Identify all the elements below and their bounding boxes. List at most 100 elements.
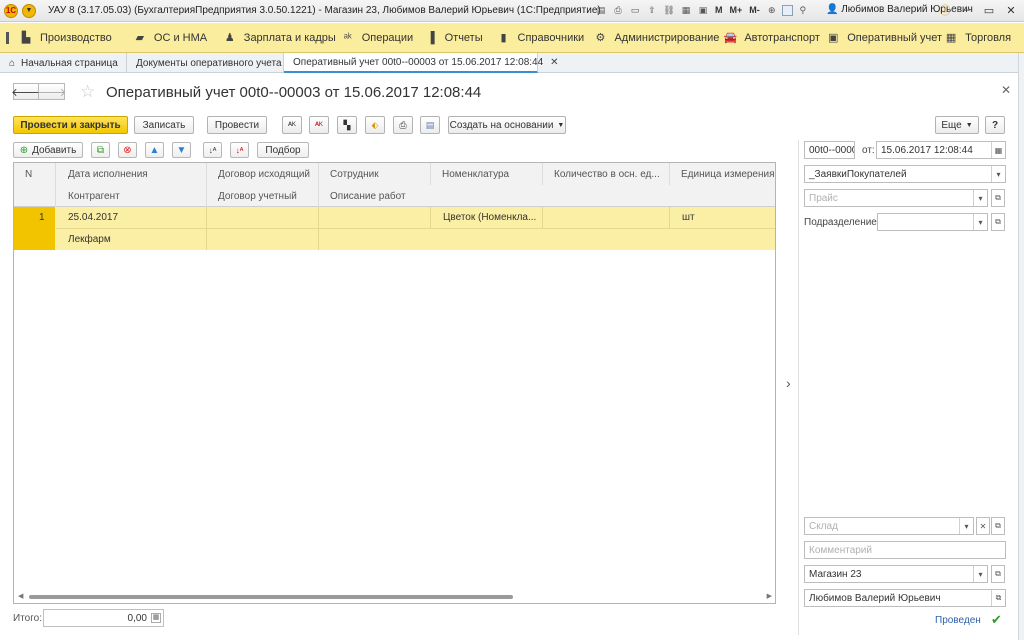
- main-menu-icon[interactable]: ▼: [22, 3, 36, 18]
- tab-home[interactable]: ⌂ Начальная страница: [0, 53, 127, 73]
- cell-unit[interactable]: шт: [669, 207, 775, 228]
- section-fixed-assets[interactable]: ▰ ОС и НМА: [133, 23, 223, 53]
- copy-row-icon[interactable]: ⧉: [91, 142, 110, 158]
- memory-subtract-button[interactable]: M-: [747, 3, 762, 17]
- chevron-down-icon[interactable]: ▾: [973, 190, 987, 206]
- cell-quantity[interactable]: [542, 207, 669, 228]
- warehouse-field[interactable]: Склад ▾: [804, 517, 974, 535]
- cell-contract-out[interactable]: [206, 207, 318, 228]
- forward-button[interactable]: 🡒: [37, 83, 66, 100]
- move-down-icon[interactable]: ▼: [172, 142, 191, 158]
- header-employee[interactable]: Сотрудник: [318, 163, 430, 185]
- responsible-field[interactable]: Любимов Валерий Юрьевич ⧉: [804, 589, 1006, 607]
- chevron-down-icon[interactable]: ▾: [991, 166, 1005, 182]
- section-reports[interactable]: ▐ Отчеты: [424, 23, 497, 53]
- header-contract-out[interactable]: Договор исходящий: [206, 163, 318, 185]
- more-button[interactable]: Еще ▼: [935, 116, 979, 134]
- link-icon[interactable]: ⛓: [662, 3, 676, 17]
- search-icon[interactable]: ⚲: [796, 3, 810, 17]
- header-counterparty[interactable]: Контрагент: [56, 185, 206, 207]
- print-icon[interactable]: ⎙: [611, 3, 625, 17]
- header-unit[interactable]: Единица измерения: [669, 163, 775, 185]
- app-logo-icon[interactable]: 1С: [4, 3, 18, 18]
- section-vehicles[interactable]: 🚘 Автотранспорт: [723, 23, 826, 53]
- header-n[interactable]: N: [14, 163, 55, 185]
- operation-type-select[interactable]: _ЗаявкиПокупателей ▾: [804, 165, 1006, 183]
- tab-documents-list[interactable]: Документы оперативного учета: [127, 53, 284, 73]
- clear-warehouse-icon[interactable]: ✕: [976, 517, 990, 535]
- memory-add-button[interactable]: M+: [728, 3, 745, 17]
- maximize-button[interactable]: ▭: [982, 3, 996, 17]
- unpost-icon[interactable]: ᴬᴷ: [309, 116, 329, 134]
- chevron-down-icon[interactable]: ▾: [973, 566, 987, 582]
- move-up-icon[interactable]: ▲: [145, 142, 164, 158]
- sort-ascending-icon[interactable]: ↓ᴬ: [203, 142, 222, 158]
- comment-field[interactable]: Комментарий: [804, 541, 1006, 559]
- items-table[interactable]: N Дата исполнения Договор исходящий Сотр…: [13, 162, 776, 604]
- zoom-icon[interactable]: ⊕: [765, 3, 779, 17]
- sort-descending-icon[interactable]: ↓ᴬ: [230, 142, 249, 158]
- section-trade[interactable]: ▦ Торговля: [944, 23, 1024, 53]
- save-icon[interactable]: ▤: [594, 3, 608, 17]
- save-button[interactable]: Записать: [134, 116, 194, 134]
- calculator-icon[interactable]: ▣: [696, 3, 710, 17]
- attach-icon[interactable]: ⇪: [645, 3, 659, 17]
- section-production[interactable]: ▙ Производство: [19, 23, 133, 53]
- create-based-on-button[interactable]: Создать на основании ▼: [448, 116, 566, 134]
- post-and-close-button[interactable]: Провести и закрыть: [13, 116, 128, 134]
- print-document-icon[interactable]: ⎙: [393, 116, 413, 134]
- cell-date[interactable]: 25.04.2017: [56, 207, 206, 228]
- department-field[interactable]: ▾: [877, 213, 988, 231]
- scrollbar-thumb[interactable]: [29, 595, 513, 599]
- memory-m-button[interactable]: M: [713, 3, 725, 17]
- debit-credit-icon[interactable]: ᴬᴷ: [282, 116, 302, 134]
- chevron-down-icon[interactable]: ▾: [973, 214, 987, 230]
- cell-counterparty[interactable]: Лекфарм: [56, 228, 206, 250]
- header-work-description[interactable]: Описание работ: [318, 185, 542, 207]
- section-operations[interactable]: ᵃᵏ Операции: [341, 23, 424, 53]
- add-row-button[interactable]: ⊕ Добавить: [13, 142, 83, 158]
- info-icon[interactable]: ⓘ: [938, 3, 952, 17]
- header-nomenclature[interactable]: Номенклатура: [430, 163, 542, 185]
- calendar-icon[interactable]: ▦: [991, 142, 1005, 158]
- related-documents-icon[interactable]: ⬖: [365, 116, 385, 134]
- close-window-button[interactable]: ✕: [1004, 3, 1018, 17]
- collapse-panel-icon[interactable]: ›: [786, 375, 791, 391]
- document-date-field[interactable]: 15.06.2017 12:08:44 ▦: [876, 141, 1006, 159]
- open-warehouse-icon[interactable]: ⧉: [991, 517, 1005, 535]
- chevron-down-icon[interactable]: ▾: [959, 518, 973, 534]
- table-row[interactable]: 1 25.04.2017 Цветок (Номенкла... шт Лекф…: [14, 207, 775, 250]
- calendar-icon[interactable]: ▦: [679, 3, 693, 17]
- help-button[interactable]: ?: [985, 116, 1005, 134]
- header-date[interactable]: Дата исполнения: [56, 163, 206, 185]
- open-department-icon[interactable]: ⧉: [991, 213, 1005, 231]
- close-form-icon[interactable]: ✕: [1001, 83, 1011, 97]
- organization-field[interactable]: Магазин 23 ▾: [804, 565, 988, 583]
- document-number-field[interactable]: 00t0--00003: [804, 141, 855, 159]
- scroll-right-icon[interactable]: ▶: [767, 592, 772, 600]
- open-responsible-icon[interactable]: ⧉: [991, 590, 1005, 606]
- scroll-left-icon[interactable]: ◀: [18, 592, 23, 600]
- structure-icon[interactable]: ▚: [337, 116, 357, 134]
- section-salary[interactable]: ♟ Зарплата и кадры: [223, 23, 341, 53]
- report-icon[interactable]: ▤: [420, 116, 440, 134]
- favorite-star-icon[interactable]: ☆: [80, 82, 95, 102]
- preview-icon[interactable]: ▭: [628, 3, 642, 17]
- open-price-list-icon[interactable]: ⧉: [991, 189, 1005, 207]
- header-contract-account[interactable]: Договор учетный: [206, 185, 318, 207]
- delete-row-icon[interactable]: ⊗: [118, 142, 137, 158]
- minimize-button[interactable]: –: [960, 3, 974, 17]
- pick-button[interactable]: Подбор: [257, 142, 309, 158]
- section-catalogs[interactable]: ▮ Справочники: [497, 23, 594, 53]
- open-organization-icon[interactable]: ⧉: [991, 565, 1005, 583]
- cell-nomenclature[interactable]: Цветок (Номенкла...: [430, 207, 542, 228]
- section-operational-accounting[interactable]: ▣ Оперативный учет: [826, 23, 944, 53]
- header-quantity[interactable]: Количество в осн. ед...: [542, 163, 669, 185]
- cell-contract-account[interactable]: [206, 228, 318, 250]
- calculator-icon[interactable]: ▦: [151, 613, 161, 623]
- close-tab-icon[interactable]: ✕: [550, 57, 558, 68]
- back-button[interactable]: 🡐: [11, 83, 41, 100]
- post-button[interactable]: Провести: [207, 116, 267, 134]
- cell-work-description[interactable]: [318, 228, 775, 250]
- horizontal-scrollbar[interactable]: ◀ ▶: [15, 592, 775, 602]
